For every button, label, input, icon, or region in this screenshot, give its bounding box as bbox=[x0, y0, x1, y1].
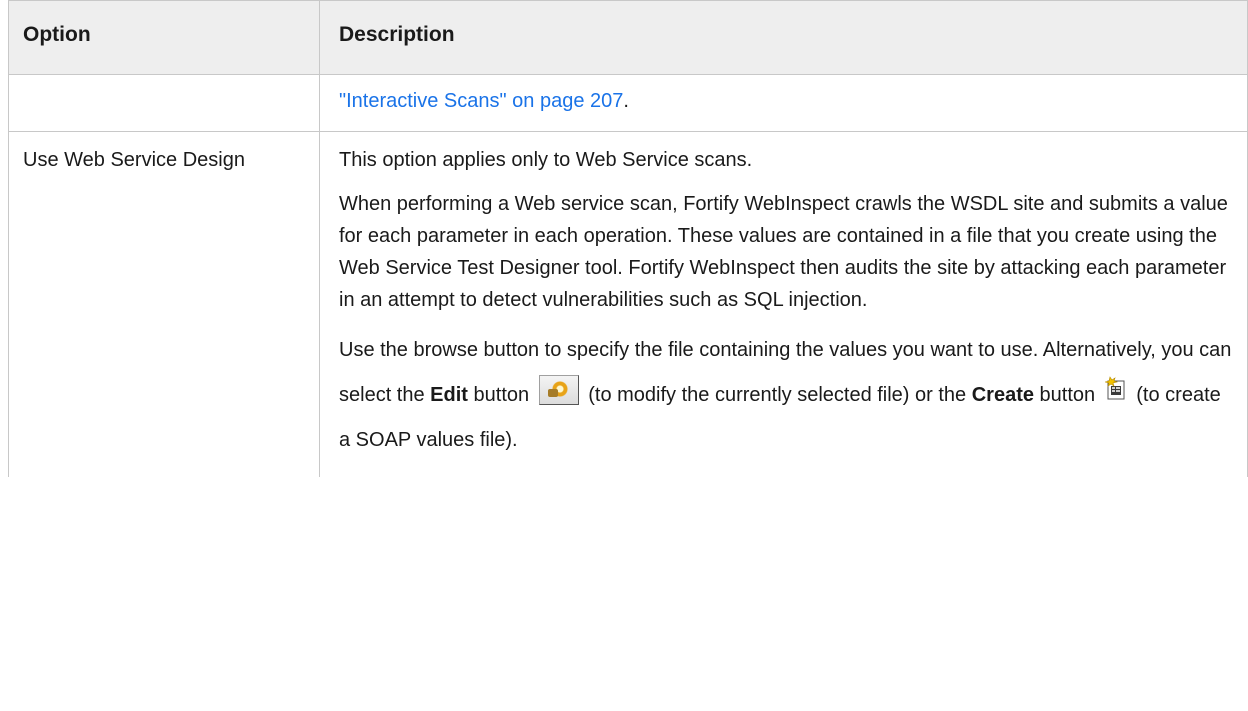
create-file-icon bbox=[1104, 375, 1127, 400]
description-para-3: Use the browse button to specify the fil… bbox=[339, 328, 1237, 463]
description-para-2: When performing a Web service scan, Fort… bbox=[339, 193, 1228, 311]
option-cell-empty bbox=[8, 74, 320, 132]
header-description: Description bbox=[319, 0, 1248, 75]
option-cell: Use Web Service Design bbox=[8, 131, 320, 477]
link-trailing-period: . bbox=[623, 90, 629, 112]
table-row-web-service-design: Use Web Service Design This option appli… bbox=[8, 131, 1248, 477]
header-option: Option bbox=[8, 0, 320, 75]
para3-text-4: button bbox=[1034, 384, 1101, 406]
edit-label: Edit bbox=[430, 384, 468, 406]
interactive-scans-link[interactable]: "Interactive Scans" on page 207 bbox=[339, 90, 623, 112]
description-cell-continued: "Interactive Scans" on page 207. bbox=[319, 74, 1248, 132]
options-table: Option Description "Interactive Scans" o… bbox=[8, 0, 1248, 477]
edit-gear-icon bbox=[538, 374, 579, 405]
para3-text-3: (to modify the currently selected file) … bbox=[582, 384, 972, 406]
table-header-row: Option Description bbox=[8, 0, 1248, 75]
option-name: Use Web Service Design bbox=[23, 149, 245, 171]
table-row-continued: "Interactive Scans" on page 207. bbox=[8, 74, 1248, 132]
create-label: Create bbox=[971, 384, 1034, 406]
description-para-1: This option applies only to Web Service … bbox=[339, 149, 753, 171]
description-cell: This option applies only to Web Service … bbox=[319, 131, 1248, 477]
para3-text-2: button bbox=[467, 384, 535, 406]
